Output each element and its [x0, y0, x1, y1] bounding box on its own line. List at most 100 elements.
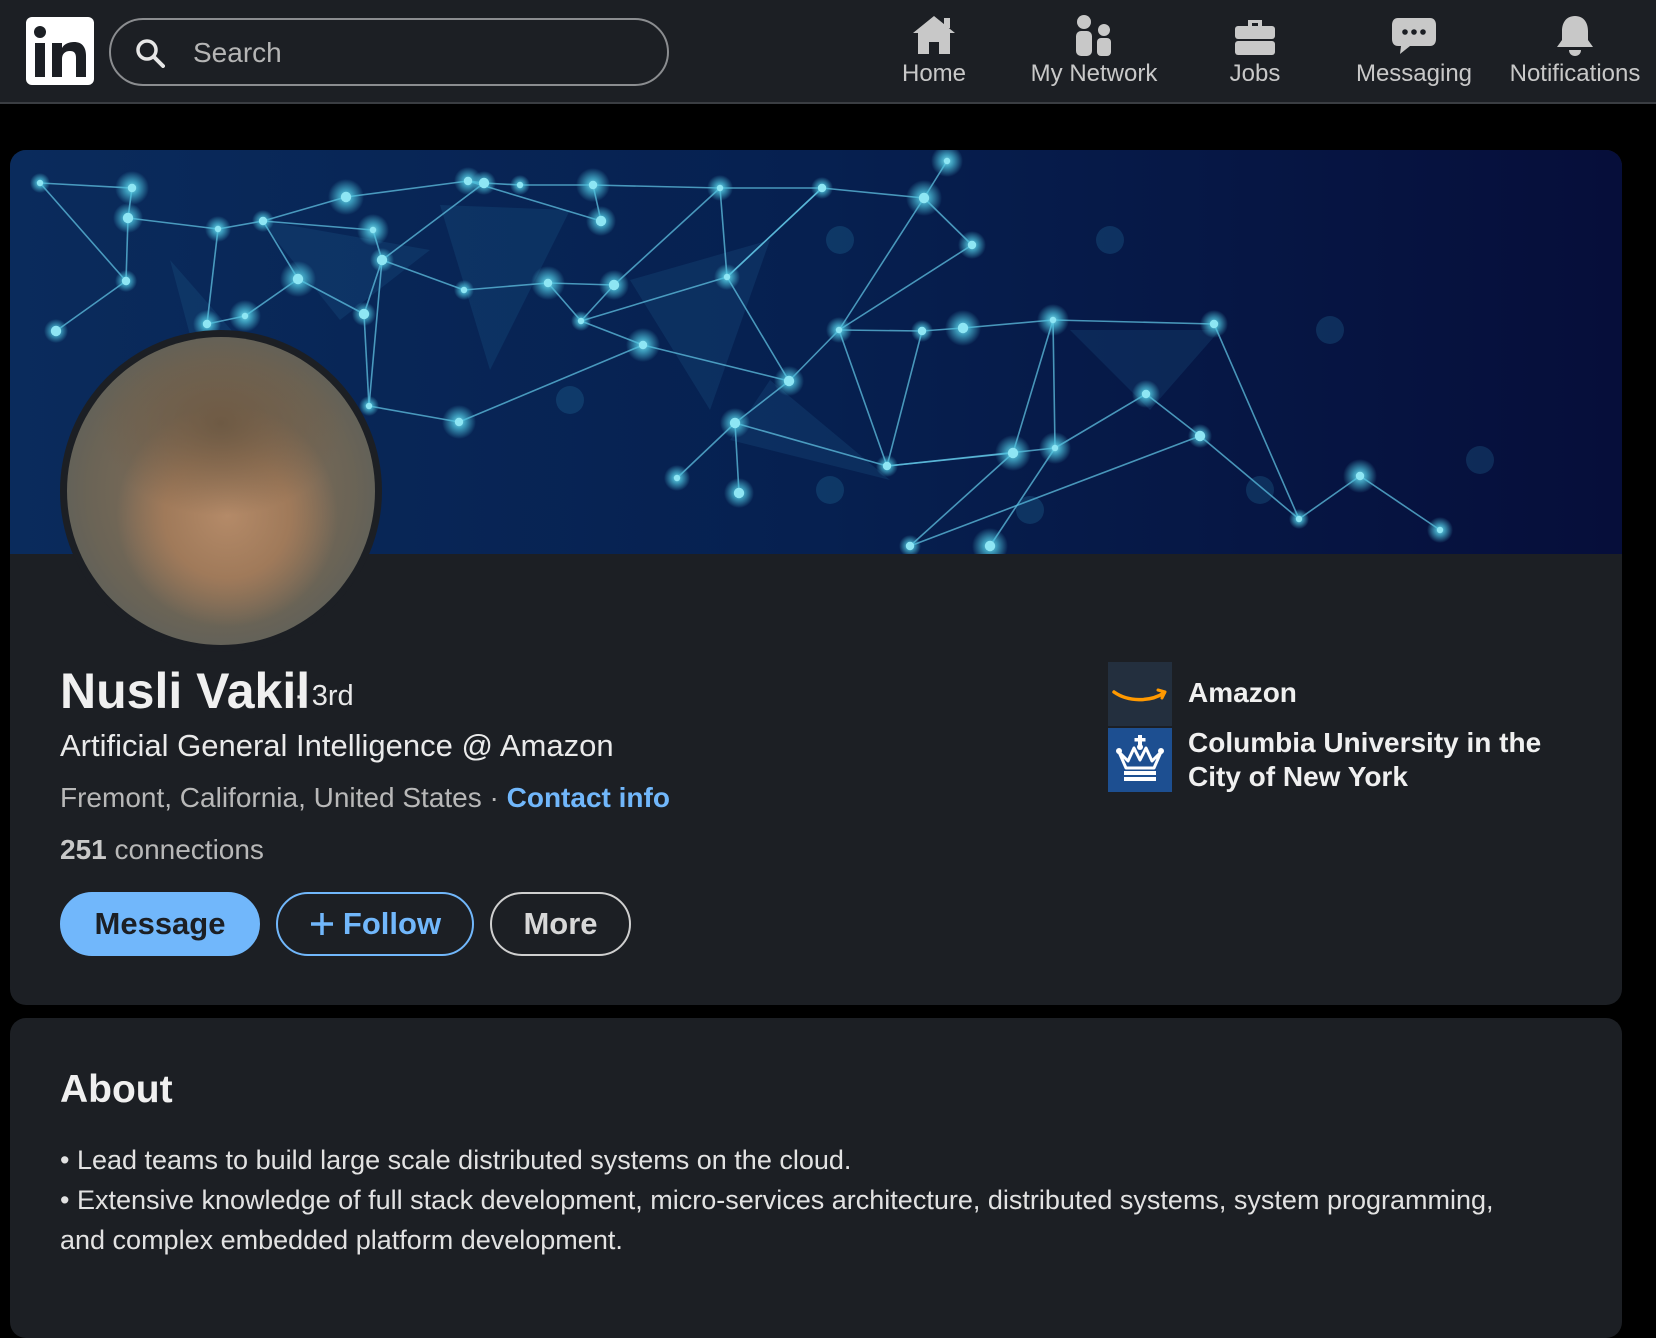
school-name: Columbia University in the City of New Y… — [1188, 727, 1542, 792]
network-node — [1209, 319, 1219, 329]
columbia-crown-icon — [1108, 728, 1172, 792]
nav-label: Notifications — [1509, 60, 1641, 87]
network-node — [723, 273, 731, 281]
banner-bokeh — [826, 226, 854, 254]
avatar-photo — [67, 337, 375, 645]
banner-bokeh — [1016, 496, 1044, 524]
search-box[interactable] — [109, 18, 669, 86]
network-node — [1141, 389, 1151, 399]
profile-headline: Artificial General Intelligence @ Amazon — [60, 728, 614, 763]
network-node — [516, 181, 524, 189]
nav-item-home[interactable]: Home — [886, 12, 982, 94]
connections-label: connections — [114, 834, 264, 865]
speech-bubble-icon — [1392, 18, 1436, 54]
network-node — [817, 183, 827, 193]
message-button[interactable]: Message — [60, 892, 260, 956]
banner-bokeh — [816, 476, 844, 504]
network-node — [943, 157, 951, 165]
briefcase-icon — [1235, 20, 1275, 55]
network-node — [905, 541, 915, 551]
network-node — [608, 279, 620, 291]
home-icon — [913, 16, 955, 54]
network-node — [36, 179, 44, 187]
network-node — [478, 177, 490, 189]
about-line: • Extensive knowledge of full stack deve… — [60, 1185, 1494, 1255]
network-node — [588, 180, 598, 190]
banner-bokeh — [1096, 226, 1124, 254]
network-node — [454, 417, 464, 427]
education-school[interactable]: Columbia University in the City of New Y… — [1108, 727, 1588, 808]
network-node — [918, 192, 930, 204]
nav-item-notifications[interactable]: Notifications — [1502, 12, 1648, 94]
company-name: Amazon — [1188, 677, 1297, 708]
amazon-logo-icon — [1108, 662, 1172, 726]
network-node — [202, 319, 212, 329]
nav-label: Messaging — [1355, 60, 1473, 87]
network-node — [365, 402, 373, 410]
profile-location: Fremont, California, United States · — [60, 782, 499, 813]
network-node — [835, 326, 843, 334]
nav-item-messaging[interactable]: Messaging — [1352, 12, 1476, 94]
network-node — [292, 273, 304, 285]
connection-degree: · 3rd — [294, 680, 354, 712]
network-node — [1194, 430, 1206, 442]
network-node — [121, 276, 131, 286]
profile-avatar[interactable] — [60, 330, 382, 652]
network-node — [214, 225, 222, 233]
plus-icon — [310, 913, 333, 935]
network-node — [1007, 447, 1019, 459]
network-node — [783, 375, 795, 387]
nav-label: My Network — [1030, 60, 1158, 87]
network-node — [258, 216, 268, 226]
network-node — [716, 184, 724, 192]
network-node — [673, 474, 681, 482]
search-input[interactable] — [191, 30, 645, 76]
about-line: • Lead teams to build large scale distri… — [60, 1145, 852, 1175]
nav-item-my-network[interactable]: My Network — [1024, 12, 1164, 94]
banner-bokeh — [1466, 446, 1494, 474]
network-node — [957, 322, 969, 334]
top-navigation-bar: Home My Network Jobs Messaging — [0, 0, 1656, 104]
network-node — [460, 286, 468, 294]
follow-button[interactable]: Follow — [276, 892, 474, 956]
network-node — [917, 326, 927, 336]
connections-count-line[interactable]: 251 connections — [60, 834, 264, 866]
follow-button-label: Follow — [342, 906, 442, 941]
about-text: • Lead teams to build large scale distri… — [60, 1140, 1540, 1260]
more-button[interactable]: More — [490, 892, 631, 956]
people-icon — [1076, 15, 1111, 56]
contact-info-link[interactable]: Contact info — [507, 782, 670, 813]
nav-item-jobs[interactable]: Jobs — [1210, 12, 1300, 94]
network-node — [1355, 471, 1365, 481]
network-node — [241, 312, 249, 320]
network-node — [882, 461, 892, 471]
network-node — [595, 215, 607, 227]
nav-label: Home — [901, 60, 967, 87]
network-node — [1049, 316, 1057, 324]
network-node — [729, 417, 741, 429]
nav-label: Jobs — [1229, 60, 1281, 87]
linkedin-logo-icon[interactable] — [26, 17, 94, 85]
current-company[interactable]: Amazon — [1108, 662, 1588, 726]
network-node — [369, 226, 377, 234]
network-node — [127, 183, 137, 193]
network-node — [463, 176, 473, 186]
network-node — [967, 240, 977, 250]
network-node — [1295, 515, 1303, 523]
network-node — [50, 325, 62, 337]
network-node — [358, 308, 370, 320]
message-button-label: Message — [94, 906, 226, 941]
network-node — [733, 487, 745, 499]
network-node — [1436, 526, 1444, 534]
network-node — [340, 191, 352, 203]
about-heading: About — [60, 1068, 173, 1111]
about-section: About • Lead teams to build large scale … — [10, 1018, 1622, 1338]
network-node — [577, 317, 585, 325]
network-node — [376, 254, 388, 266]
profile-location-line: Fremont, California, United States · Con… — [60, 782, 670, 814]
bell-icon — [1557, 16, 1593, 56]
network-node — [984, 540, 996, 552]
network-node — [638, 340, 648, 350]
connections-count: 251 — [60, 834, 107, 865]
profile-card: Nusli Vakil · 3rd Artificial General Int… — [10, 150, 1622, 1005]
